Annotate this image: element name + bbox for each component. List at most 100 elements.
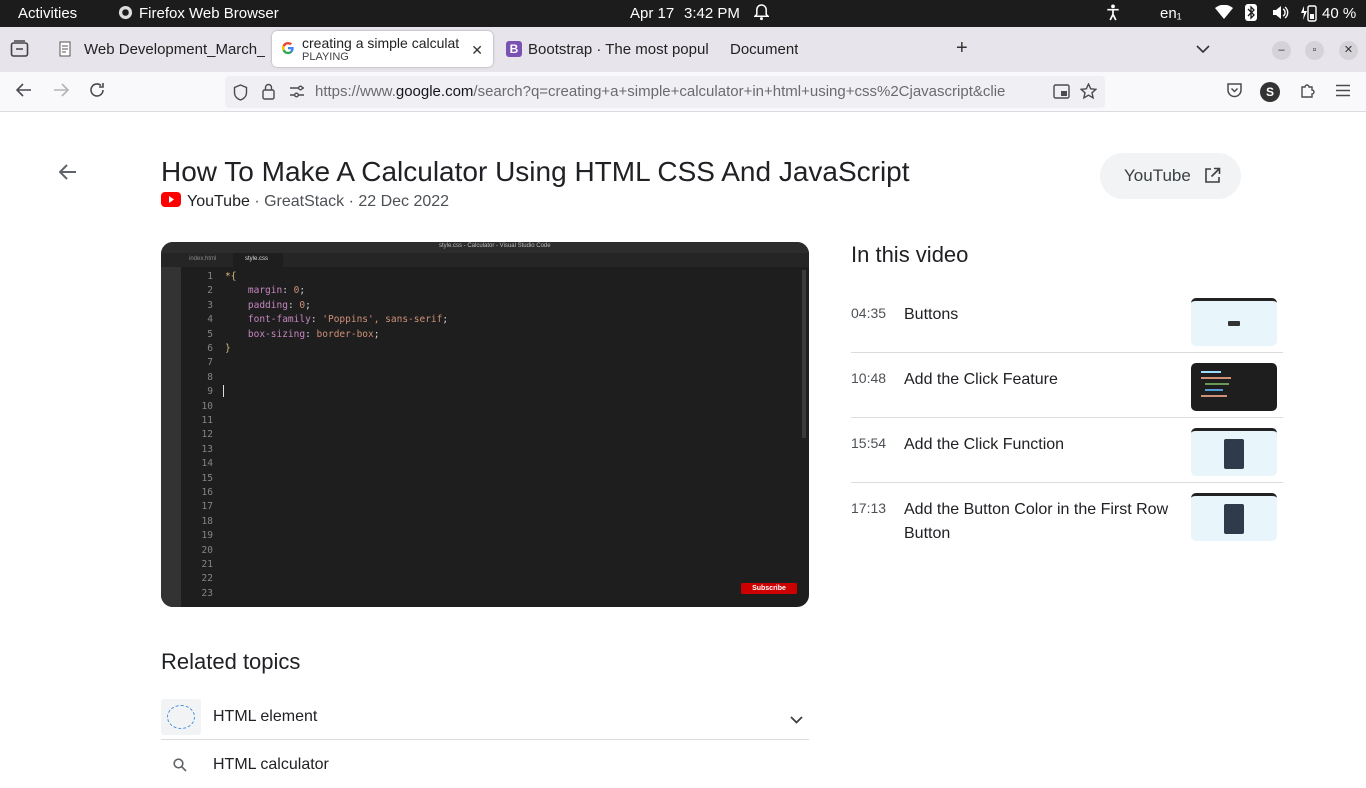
accessibility-icon[interactable] — [1106, 4, 1120, 25]
chapter-item[interactable]: 10:48 Add the Click Feature — [851, 361, 1283, 426]
back-arrow-icon[interactable] — [58, 164, 77, 185]
chapter-time: 04:35 — [851, 305, 887, 321]
line-number: 7 — [207, 357, 213, 369]
list-tabs-chevron-icon[interactable] — [1196, 41, 1210, 59]
tab-google-search[interactable]: creating a simple calculat PLAYING ✕ — [272, 31, 493, 67]
line-number: 12 — [201, 429, 213, 441]
line-number: 2 — [207, 285, 213, 297]
extensions-puzzle-icon[interactable] — [1297, 82, 1317, 102]
active-app-name[interactable]: Firefox Web Browser — [139, 5, 279, 22]
editor-tab-style-css: style.css — [245, 256, 269, 262]
shield-icon[interactable] — [233, 84, 248, 106]
maximize-window-icon[interactable]: ▫ — [1305, 41, 1324, 60]
close-tab-icon[interactable]: ✕ — [471, 42, 483, 59]
code-line: } — [225, 343, 231, 354]
youtube-button-label: YouTube — [1124, 166, 1191, 185]
subscribe-button[interactable]: Subscribe — [741, 583, 797, 594]
tab-bootstrap[interactable]: B Bootstrap · The most popul — [498, 31, 713, 67]
page-content: How To Make A Calculator Using HTML CSS … — [0, 112, 1366, 773]
minimize-window-icon[interactable]: – — [1272, 41, 1291, 60]
related-topic-label: HTML element — [213, 708, 318, 725]
code-line: padding: 0; — [247, 299, 311, 311]
document-icon — [58, 41, 74, 57]
video-title: How To Make A Calculator Using HTML CSS … — [161, 156, 910, 187]
tab-web-development[interactable]: Web Development_March_ — [50, 31, 268, 67]
line-number: 17 — [201, 501, 213, 513]
line-number: 15 — [201, 472, 213, 484]
code-line: margin: 0; — [247, 285, 306, 297]
battery-percentage: 40 % — [1322, 5, 1357, 22]
tab-label: Bootstrap · The most popul — [528, 40, 709, 58]
chapter-title: Add the Button Color in the First Row Bu… — [904, 501, 1169, 542]
url-text[interactable]: https://www.google.com/search?q=creating… — [315, 83, 1045, 100]
related-topic-item[interactable]: HTML calculator — [161, 744, 809, 788]
tab-label: Web Development_March_ — [84, 40, 266, 58]
input-language[interactable]: en₁ — [1160, 5, 1182, 22]
tab-document[interactable]: Document — [722, 31, 942, 67]
chapter-title: Add the Click Function — [904, 436, 1065, 453]
clock-time[interactable]: 3:42 PM — [684, 5, 740, 22]
video-channel-date: · GreatStack · 22 Dec 2022 — [249, 193, 450, 210]
firefox-view-icon[interactable] — [10, 40, 29, 63]
lock-icon[interactable] — [262, 83, 275, 105]
editor-tab-strip: index.html style.css — [161, 253, 809, 267]
tab-label: creating a simple calculat — [302, 35, 460, 51]
chevron-down-icon[interactable] — [790, 711, 803, 729]
reload-icon[interactable] — [87, 82, 107, 102]
line-number: 14 — [201, 458, 213, 470]
chapter-item[interactable]: 15:54 Add the Click Function — [851, 426, 1283, 491]
bluetooth-icon — [1245, 4, 1257, 25]
url-path: /search?q=creating+a+simple+calculator+i… — [473, 83, 1006, 100]
chapter-time: 15:54 — [851, 435, 887, 451]
volume-icon — [1272, 5, 1289, 24]
notification-bell-icon — [753, 4, 770, 25]
url-domain: google.com — [395, 83, 474, 100]
pocket-icon[interactable] — [1224, 82, 1244, 102]
line-number: 11 — [201, 415, 213, 426]
video-player[interactable]: style.css - Calculator - Visual Studio C… — [161, 242, 809, 607]
clock-date[interactable]: Apr 17 — [630, 5, 674, 22]
line-number: 23 — [201, 587, 213, 599]
address-bar[interactable]: https://www.google.com/search?q=creating… — [225, 76, 1105, 108]
forward-arrow-icon[interactable] — [51, 82, 71, 102]
editor-window-title: style.css - Calculator - Visual Studio C… — [439, 243, 551, 249]
open-in-youtube-button[interactable]: YouTube — [1100, 153, 1241, 199]
activities-button[interactable]: Activities — [18, 5, 77, 22]
battery-icon — [1300, 4, 1317, 26]
url-prefix: https://www. — [315, 83, 396, 100]
line-number: 22 — [201, 573, 213, 585]
line-number: 13 — [201, 443, 213, 455]
chapter-item[interactable]: 04:35 Buttons — [851, 296, 1283, 361]
editor-scrollbar — [802, 270, 806, 438]
firefox-icon — [118, 5, 133, 24]
bookmark-star-icon[interactable] — [1079, 82, 1098, 105]
chapter-thumbnail — [1191, 493, 1277, 541]
chapter-thumbnail — [1191, 428, 1277, 476]
editor-tab-index-html: index.html — [189, 256, 217, 262]
line-number: 20 — [201, 544, 213, 556]
google-icon — [281, 41, 297, 57]
line-number: 10 — [201, 400, 213, 412]
close-window-icon[interactable]: ✕ — [1339, 41, 1358, 60]
picture-in-picture-icon[interactable] — [1053, 84, 1070, 104]
line-number: 16 — [201, 487, 213, 498]
navigation-toolbar: https://www.google.com/search?q=creating… — [0, 72, 1366, 112]
account-avatar[interactable]: S — [1260, 82, 1280, 102]
chapter-thumbnail — [1191, 298, 1277, 346]
code-line: font-family: 'Poppins', sans-serif; — [247, 314, 449, 326]
new-tab-plus-icon[interactable]: + — [956, 37, 968, 60]
text-cursor — [223, 385, 224, 397]
chapter-item[interactable]: 17:13 Add the Button Color in the First … — [851, 491, 1283, 556]
line-number: 21 — [201, 559, 213, 570]
tab-label: Document — [730, 40, 799, 58]
tab-playing-indicator: PLAYING — [302, 51, 349, 63]
permissions-icon[interactable] — [289, 85, 305, 103]
related-topic-item[interactable]: HTML element — [161, 696, 809, 740]
line-number: 5 — [207, 328, 213, 340]
tab-bar: Web Development_March_ creating a simple… — [0, 27, 1366, 72]
video-source: YouTube — [187, 193, 250, 210]
chapter-time: 17:13 — [851, 500, 887, 516]
hamburger-menu-icon[interactable] — [1333, 82, 1353, 102]
back-arrow-icon[interactable] — [14, 82, 34, 102]
chapter-thumbnail — [1191, 363, 1277, 411]
